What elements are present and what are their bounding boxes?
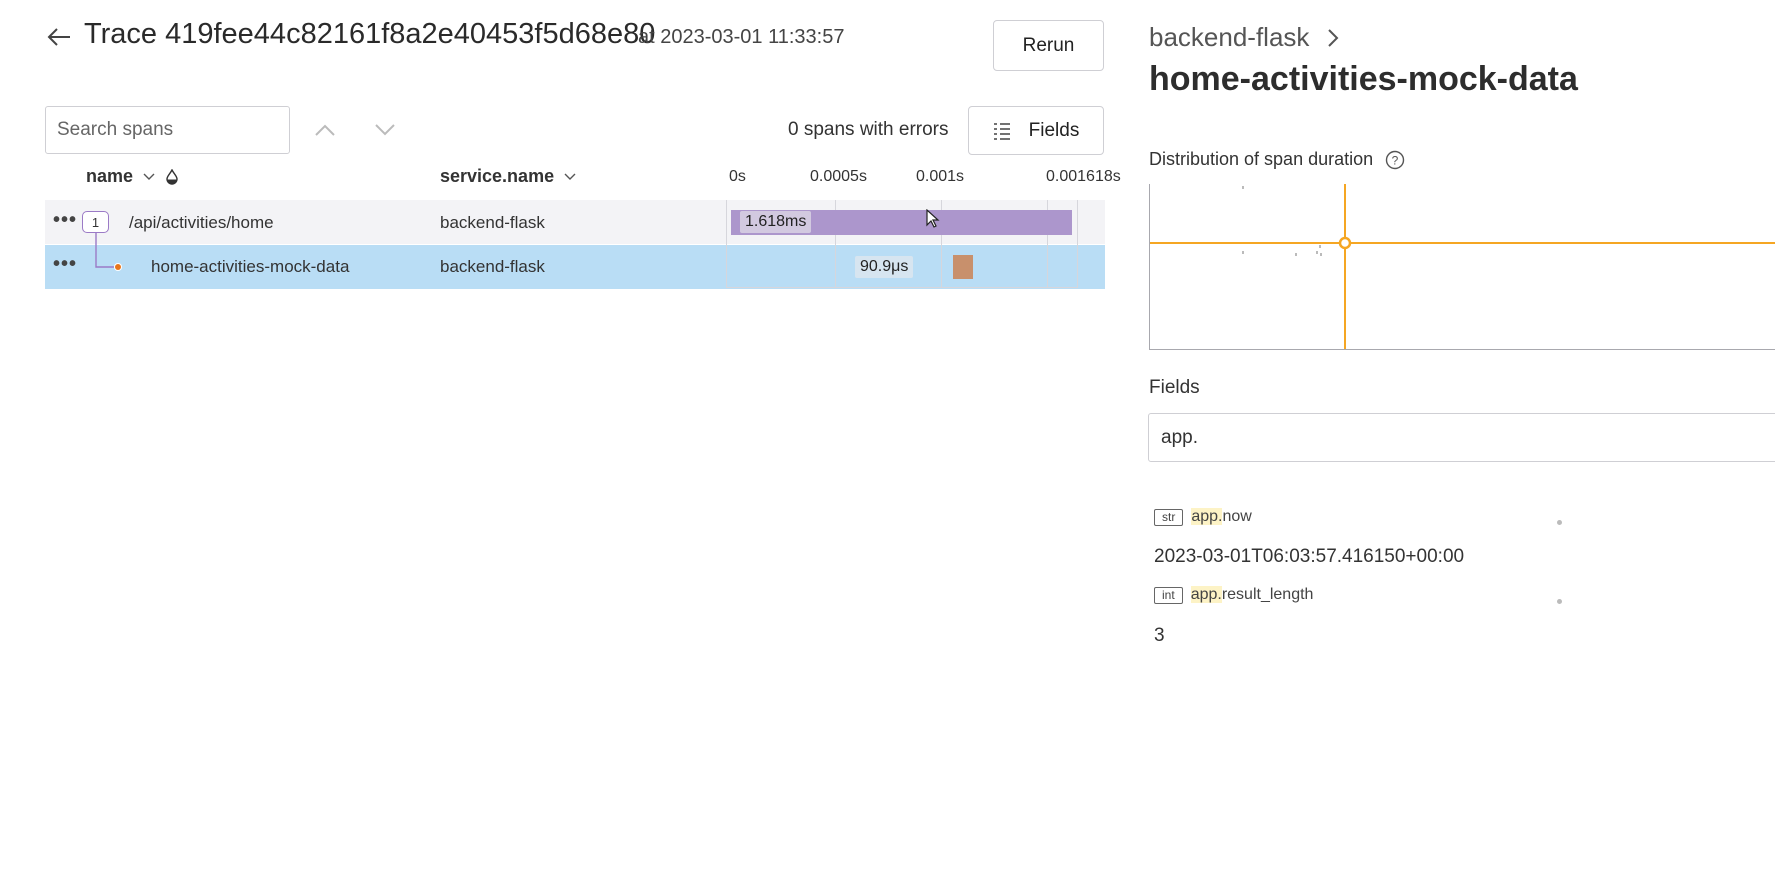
help-icon[interactable]: ? [1385,150,1405,170]
search-spans-input[interactable] [45,106,290,154]
fields-button-label: Fields [1028,119,1080,141]
field-type-badge: str [1154,508,1184,526]
field-filter-input[interactable] [1148,413,1775,462]
fields-list-icon [993,122,1010,140]
distribution-point [1320,253,1322,256]
span-name[interactable]: home-activities-mock-data [151,257,349,277]
distribution-point [1242,186,1244,189]
timeline-gridline [1077,200,1078,288]
svg-text:?: ? [1392,153,1399,167]
sort-chevron-icon [143,173,155,180]
distribution-point [1242,251,1244,254]
service-breadcrumb[interactable]: backend-flask [1149,22,1339,53]
span-name[interactable]: /api/activities/home [129,213,274,233]
selected-span-marker [1338,236,1352,250]
fields-heading: Fields [1149,377,1200,398]
span-duration-distribution-chart[interactable] [1149,184,1775,350]
chevron-up-icon [315,124,335,136]
timeline-tick: 0s [729,168,746,185]
field-key-prefix: app. [1190,586,1222,603]
service-column-header[interactable]: service.name [440,166,576,187]
next-match-button[interactable] [367,112,403,148]
trace-timestamp: at 2023-03-01 11:33:57 [638,26,845,48]
back-arrow-icon [47,28,70,46]
distribution-point [1316,251,1318,254]
timeline-gridline [726,200,727,288]
name-column-label: name [86,166,134,186]
chevron-down-icon [375,124,395,136]
sort-chevron-icon [564,173,576,180]
field-key-name: now [1222,508,1252,525]
distribution-point [1295,253,1297,256]
field-key-prefix: app. [1191,508,1223,525]
service-name-cell: backend-flask [440,257,545,276]
field-key-row[interactable]: int app.result_length [1154,586,1313,604]
selected-span-title: home-activities-mock-data [1149,60,1578,98]
service-name-cell: backend-flask [440,213,545,232]
service-column-label: service.name [440,166,555,186]
distribution-heading: Distribution of span duration ? [1149,149,1405,170]
name-column-header[interactable]: name [86,166,179,187]
timeline-tick: 0.001s [916,168,965,185]
distribution-plot [1150,184,1775,349]
timeline-tick: 0.0005s [810,168,867,185]
tree-connector [95,233,122,271]
mouse-cursor-icon [926,209,940,228]
span-bar-child[interactable] [953,255,973,279]
timeline-divider [726,287,1078,288]
distribution-label: Distribution of span duration [1149,149,1374,169]
span-duration-label: 90.9μs [855,256,914,278]
heatmap-drop-icon[interactable] [165,168,179,185]
field-menu-dot[interactable] [1557,599,1562,604]
trace-title: Trace 419fee44c82161f8a2e40453f5d68e80 [84,18,656,50]
child-count-badge[interactable]: 1 [82,211,109,233]
field-value: 2023-03-01T06:03:57.416150+00:00 [1154,546,1465,567]
errors-count: 0 spans with errors [788,119,949,140]
distribution-point [1319,245,1321,248]
service-breadcrumb-label: backend-flask [1149,22,1310,52]
more-dots-icon[interactable]: ••• [53,253,77,276]
previous-match-button[interactable] [307,112,343,148]
field-value: 3 [1154,625,1165,646]
field-key-row[interactable]: str app.now [1154,508,1252,526]
field-type-badge: int [1154,586,1183,604]
field-key-name: result_length [1221,586,1314,603]
fields-button[interactable]: Fields [968,106,1104,155]
timeline-tick: 0.001618s [1046,168,1121,185]
breadcrumb-chevron-icon [1328,28,1339,47]
field-menu-dot[interactable] [1557,520,1562,525]
back-button[interactable] [44,22,74,52]
more-dots-icon[interactable]: ••• [53,209,77,232]
rerun-button[interactable]: Rerun [993,20,1104,71]
span-duration-label: 1.618ms [740,211,812,233]
